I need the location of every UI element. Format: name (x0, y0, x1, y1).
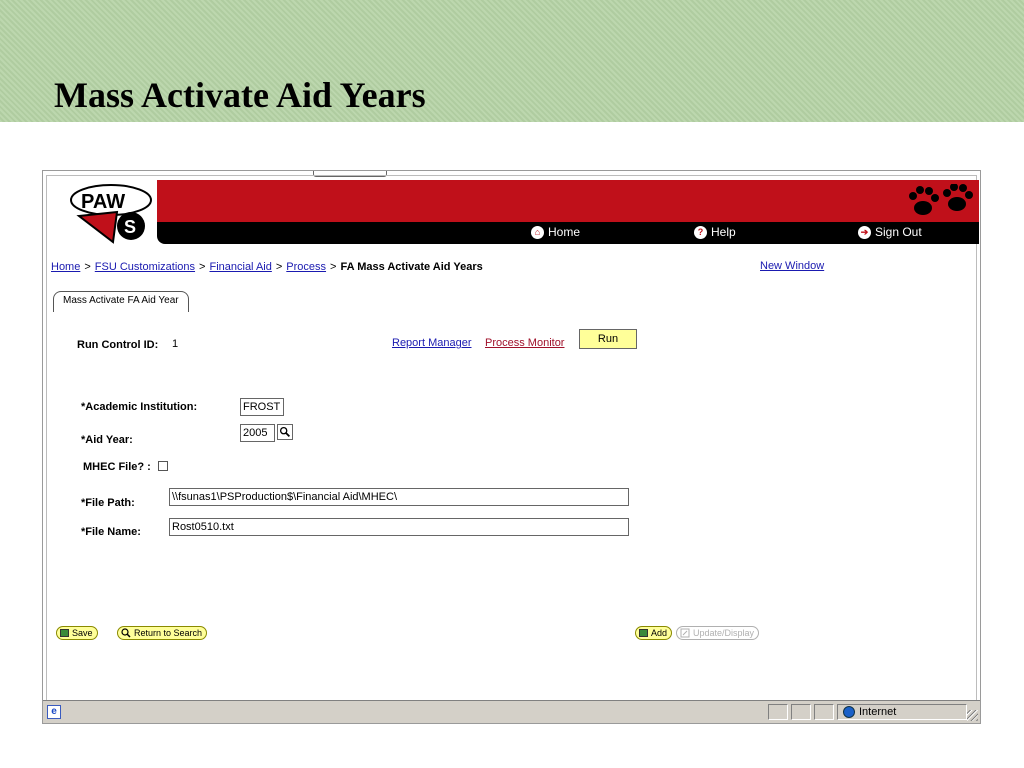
slide-title: Mass Activate Aid Years (54, 75, 426, 115)
return-to-search-button[interactable]: Return to Search (117, 626, 208, 640)
browser-screenshot: PAW S ⌂ Home ? Help ➔ Sign Out Home > FSU … (42, 170, 981, 724)
file-name-label: *File Name: (81, 526, 141, 538)
aid-year-label: *Aid Year: (81, 434, 133, 446)
svg-text:PAW: PAW (81, 191, 125, 213)
search-icon (121, 628, 131, 638)
run-control-value: 1 (172, 338, 179, 350)
help-link[interactable]: ? Help (694, 225, 736, 239)
resize-grip[interactable] (967, 710, 978, 721)
breadcrumb-process[interactable]: Process (286, 261, 326, 273)
status-cell (768, 704, 788, 720)
mhec-file-label: MHEC File? : (83, 461, 151, 473)
help-icon: ? (694, 225, 707, 239)
file-path-label: *File Path: (81, 497, 135, 509)
browser-status-bar: e Internet (43, 700, 980, 723)
academic-institution-label: *Academic Institution: (81, 401, 198, 413)
sign-out-icon: ➔ (858, 225, 871, 239)
home-icon: ⌂ (531, 225, 544, 239)
paw-prints-icon (909, 184, 973, 215)
run-control-label: Run Control ID: (77, 339, 159, 351)
status-cell (814, 704, 834, 720)
status-cell (791, 704, 811, 720)
update-icon (680, 628, 690, 638)
svg-text:S: S (124, 217, 136, 237)
globe-icon (843, 706, 855, 718)
breadcrumb-financial-aid[interactable]: Financial Aid (209, 261, 271, 273)
file-name-field[interactable]: Rost0510.txt (169, 518, 629, 536)
add-icon (639, 629, 648, 637)
tab-mass-activate[interactable]: Mass Activate FA Aid Year (53, 291, 189, 312)
page-content: PAW S ⌂ Home ? Help ➔ Sign Out Home > FSU … (46, 175, 979, 700)
breadcrumb-fsu-customizations[interactable]: FSU Customizations (95, 261, 195, 273)
run-button[interactable]: Run (579, 329, 637, 349)
add-button[interactable]: Add (635, 626, 673, 640)
new-window-link[interactable]: New Window (760, 260, 824, 272)
update-display-button: Update/Display (676, 626, 760, 640)
ie-page-icon: e (47, 705, 61, 719)
file-path-field[interactable]: \\fsunas1\PSProduction$\Financial Aid\MH… (169, 488, 629, 506)
home-link[interactable]: ⌂ Home (531, 225, 580, 239)
breadcrumb-home[interactable]: Home (51, 261, 80, 273)
save-button[interactable]: Save (56, 626, 98, 640)
security-zone: Internet (843, 706, 896, 718)
academic-institution-field[interactable]: FROST (240, 398, 284, 416)
breadcrumb: Home > FSU Customizations > Financial Aid > Pr… (51, 261, 483, 273)
report-manager-link[interactable]: Report Manager (392, 337, 472, 349)
mhec-file-checkbox[interactable] (158, 461, 168, 471)
banner-red-bar (157, 180, 979, 222)
save-icon (60, 629, 69, 637)
process-monitor-link[interactable]: Process Monitor (485, 337, 564, 349)
aid-year-field[interactable]: 2005 (240, 424, 275, 442)
sign-out-link[interactable]: ➔ Sign Out (858, 225, 922, 239)
lookup-icon[interactable] (277, 424, 293, 440)
paws-logo: PAW S (70, 184, 152, 244)
breadcrumb-current: FA Mass Activate Aid Years (340, 261, 483, 273)
